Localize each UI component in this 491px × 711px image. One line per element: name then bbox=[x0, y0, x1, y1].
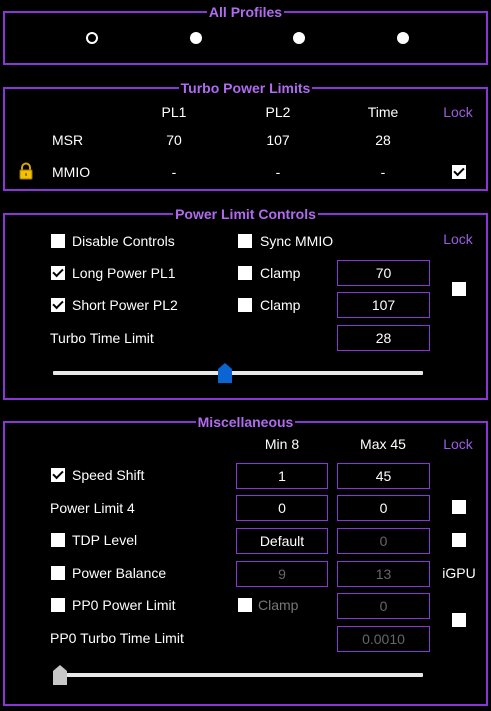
power-limit-4-lock-checkbox[interactable] bbox=[452, 500, 466, 514]
long-power-pl1-checkbox[interactable] bbox=[51, 265, 65, 280]
power-balance-max-input[interactable]: 13 bbox=[337, 561, 430, 587]
igpu-label: iGPU bbox=[442, 565, 476, 581]
sync-mmio-label: Sync MMIO bbox=[260, 233, 334, 249]
turbo-power-limits-title: Turbo Power Limits bbox=[178, 80, 313, 96]
col-header-time: Time bbox=[367, 104, 399, 120]
speed-shift-min-input[interactable]: 1 bbox=[236, 463, 328, 489]
misc-lock-label: Lock bbox=[443, 436, 473, 452]
speed-shift-checkbox[interactable] bbox=[51, 467, 65, 482]
power-limit-4-min-input[interactable]: 0 bbox=[236, 495, 328, 521]
profile-radio-2[interactable] bbox=[190, 32, 202, 44]
min-header: Min 8 bbox=[264, 436, 300, 452]
mmio-time-value: - bbox=[380, 164, 386, 180]
power-balance-checkbox[interactable] bbox=[51, 566, 65, 580]
power-balance-label: Power Balance bbox=[72, 565, 167, 581]
power-limit-4-max-input[interactable]: 0 bbox=[337, 495, 430, 521]
power-balance-min-input[interactable]: 9 bbox=[236, 561, 328, 587]
short-power-pl2-label: Short Power PL2 bbox=[72, 297, 178, 313]
tdp-level-min-input[interactable]: Default bbox=[236, 528, 328, 554]
power-limit-4-label: Power Limit 4 bbox=[50, 500, 135, 516]
msr-pl1-value: 70 bbox=[166, 132, 182, 148]
mmio-pl2-value: - bbox=[275, 164, 281, 180]
col-header-pl1: PL1 bbox=[161, 104, 187, 120]
mmio-lock-checkbox[interactable] bbox=[452, 164, 466, 179]
pp0-power-limit-input[interactable]: 0 bbox=[337, 593, 430, 619]
pp0-clamp-label: Clamp bbox=[258, 597, 299, 613]
long-power-pl1-label: Long Power PL1 bbox=[72, 265, 176, 281]
plc-lock-label: Lock bbox=[443, 231, 473, 247]
short-power-pl2-input[interactable]: 107 bbox=[337, 292, 430, 318]
pp0-turbo-time-limit-input[interactable]: 0.0010 bbox=[337, 626, 430, 652]
mmio-label: MMIO bbox=[52, 164, 91, 180]
all-profiles-title: All Profiles bbox=[206, 4, 285, 20]
turbo-time-limit-input[interactable]: 28 bbox=[337, 325, 430, 351]
disable-controls-label: Disable Controls bbox=[72, 233, 175, 249]
disable-controls-checkbox[interactable] bbox=[51, 234, 65, 248]
msr-label: MSR bbox=[52, 132, 84, 148]
long-power-clamp-checkbox[interactable] bbox=[238, 266, 252, 280]
pp0-power-limit-checkbox[interactable] bbox=[51, 598, 65, 612]
tdp-level-label: TDP Level bbox=[72, 532, 138, 548]
tdp-level-checkbox[interactable] bbox=[51, 533, 65, 547]
turbo-time-slider-track[interactable] bbox=[53, 371, 423, 375]
padlock-icon bbox=[17, 162, 35, 180]
pp0-power-limit-label: PP0 Power Limit bbox=[72, 597, 176, 613]
turbo-time-limit-label: Turbo Time Limit bbox=[50, 330, 154, 346]
short-power-clamp-checkbox[interactable] bbox=[238, 298, 252, 312]
tdp-level-lock-checkbox[interactable] bbox=[452, 533, 466, 547]
short-power-clamp-label: Clamp bbox=[260, 297, 301, 313]
long-power-pl1-input[interactable]: 70 bbox=[337, 260, 430, 286]
col-header-pl2: PL2 bbox=[265, 104, 291, 120]
tdp-level-max-input[interactable]: 0 bbox=[337, 528, 430, 554]
plc-lock-checkbox[interactable] bbox=[452, 282, 466, 296]
turbo-time-slider-thumb[interactable] bbox=[218, 363, 232, 383]
msr-pl2-value: 107 bbox=[266, 132, 290, 148]
pp0-turbo-time-limit-label: PP0 Turbo Time Limit bbox=[50, 630, 184, 646]
short-power-pl2-checkbox[interactable] bbox=[51, 297, 65, 312]
pp0-clamp-checkbox[interactable] bbox=[238, 598, 252, 612]
sync-mmio-checkbox[interactable] bbox=[238, 234, 252, 248]
profile-radio-3[interactable] bbox=[293, 32, 305, 44]
all-profiles-group: All Profiles bbox=[3, 4, 488, 65]
profile-radio-4[interactable] bbox=[397, 32, 409, 44]
pp0-turbo-time-slider-thumb[interactable] bbox=[53, 665, 67, 685]
speed-shift-label: Speed Shift bbox=[72, 467, 145, 483]
msr-time-value: 28 bbox=[375, 132, 391, 148]
miscellaneous-title: Miscellaneous bbox=[195, 414, 296, 430]
profile-radio-1[interactable] bbox=[86, 32, 98, 44]
mmio-pl1-value: - bbox=[171, 164, 177, 180]
power-limit-controls-title: Power Limit Controls bbox=[173, 206, 318, 222]
pp0-lock-checkbox[interactable] bbox=[452, 613, 466, 627]
pp0-turbo-time-slider-track[interactable] bbox=[53, 673, 423, 677]
speed-shift-max-input[interactable]: 45 bbox=[337, 463, 430, 489]
col-header-lock: Lock bbox=[443, 104, 473, 120]
max-header: Max 45 bbox=[360, 436, 406, 452]
long-power-clamp-label: Clamp bbox=[260, 265, 301, 281]
